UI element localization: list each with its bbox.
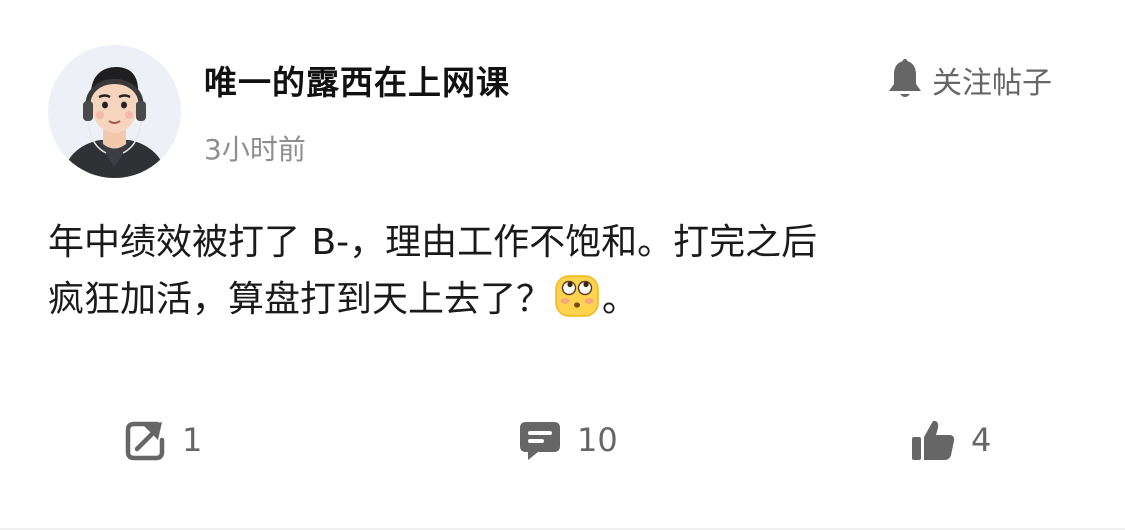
comment-count: 10 — [577, 421, 618, 459]
thumbs-up-icon — [912, 420, 955, 460]
rolling-eyes-emoji-icon — [555, 275, 599, 317]
post-timestamp: 3小时前 — [204, 133, 306, 166]
post-content-line-2: 疯狂加活，算盘打到天上去了？ 。 — [48, 271, 1078, 328]
follow-label: 关注帖子 — [932, 66, 1052, 101]
bell-icon — [889, 59, 921, 97]
post-content: 年中绩效被打了 B-，理由工作不饱和。打完之后 疯狂加活，算盘打到天上去了？ 。 — [48, 214, 1078, 328]
action-bar: 1 10 4 — [0, 410, 1125, 470]
post-content-line-2-tail: 。 — [602, 279, 639, 320]
comment-button[interactable]: 10 — [517, 410, 618, 470]
post-content-line-2-text: 疯狂加活，算盘打到天上去了？ — [48, 279, 553, 320]
like-count: 4 — [971, 421, 992, 459]
like-button[interactable]: 4 — [909, 410, 991, 470]
avatar[interactable] — [48, 45, 181, 178]
author-name[interactable]: 唯一的露西在上网课 — [204, 56, 510, 104]
share-count: 1 — [182, 421, 203, 459]
post-card: 唯一的露西在上网课 3小时前 关注帖子 年中绩效被打了 B-，理由工作不饱和。打… — [0, 0, 1125, 530]
share-icon — [125, 421, 165, 461]
post-content-line-1: 年中绩效被打了 B-，理由工作不饱和。打完之后 — [48, 222, 818, 263]
comment-icon — [520, 422, 560, 460]
follow-post-button[interactable]: 关注帖子 — [886, 58, 1052, 102]
share-button[interactable]: 1 — [124, 410, 202, 470]
